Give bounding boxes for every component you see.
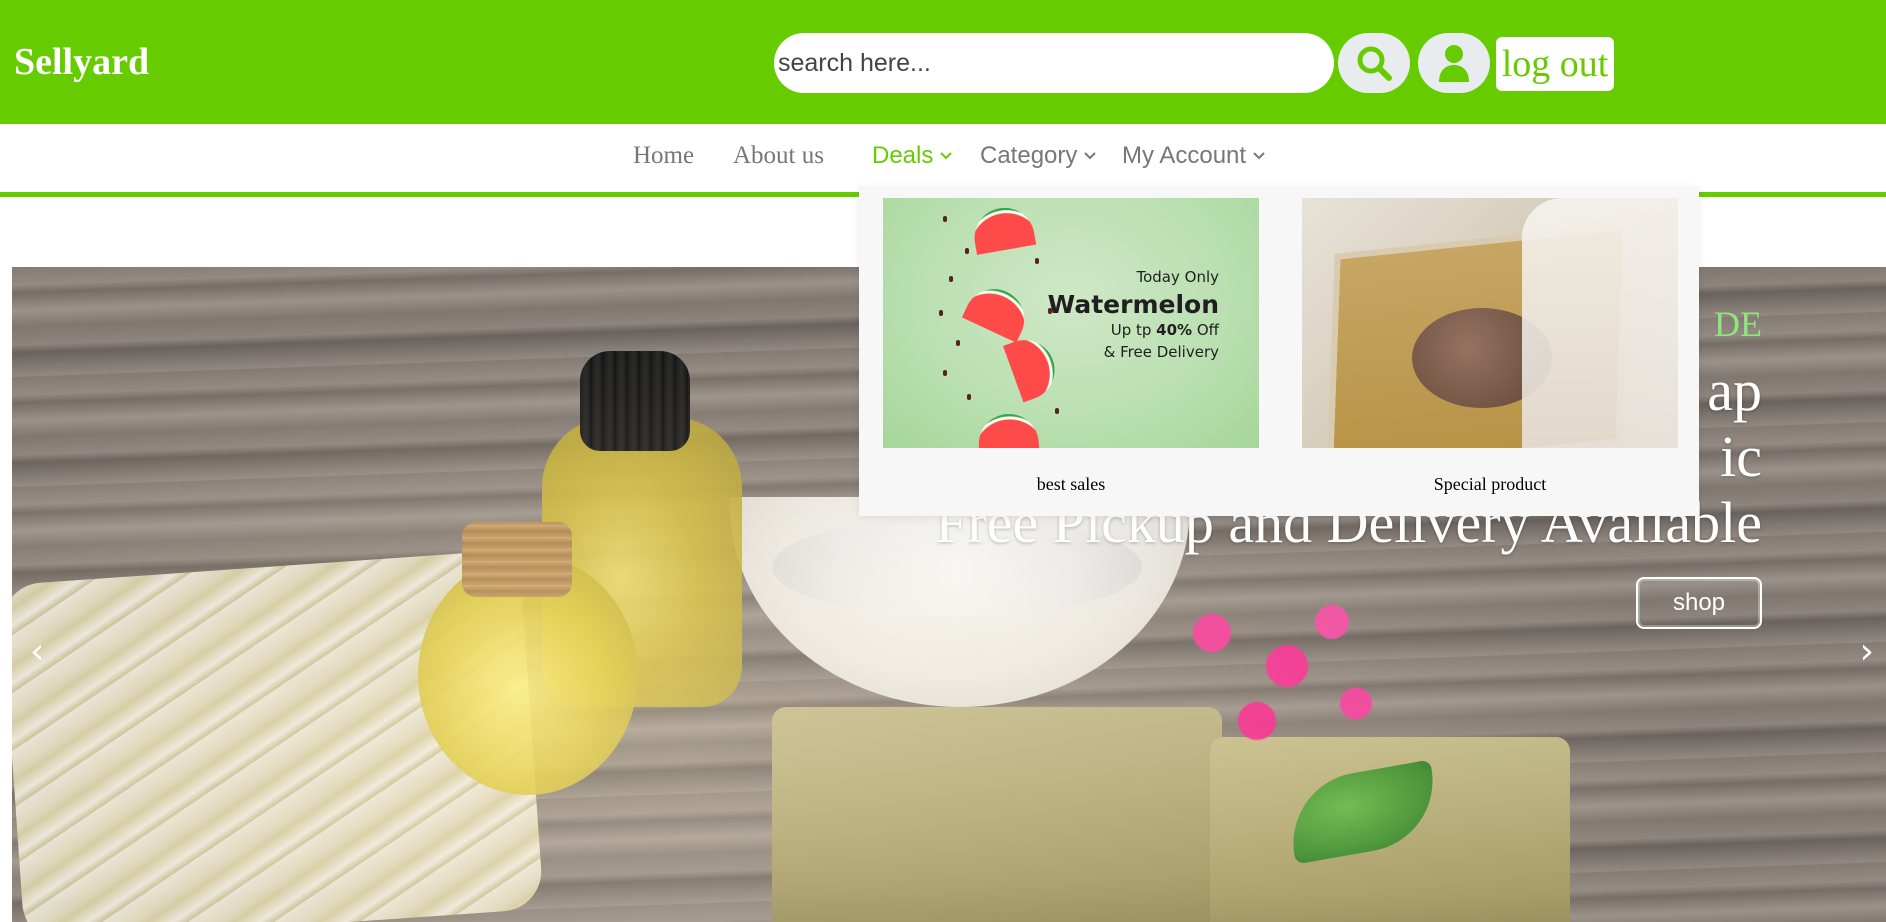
promo-discount: Up tp 40% Off xyxy=(1111,321,1219,339)
nav-deals[interactable]: Deals xyxy=(872,142,953,170)
nav-about-label: About us xyxy=(733,142,824,169)
deal-label-best-sales[interactable]: best sales xyxy=(883,474,1259,495)
top-header: Sellyard log out xyxy=(0,0,1886,124)
nav-my-account[interactable]: My Account xyxy=(1122,142,1266,170)
deals-dropdown: Today Only Watermelon Up tp 40% Off & Fr… xyxy=(859,186,1699,516)
seed-dot xyxy=(943,216,947,222)
seed-dot xyxy=(965,248,969,254)
promo-discount-prefix: Up tp xyxy=(1110,321,1157,339)
hero-heading-line-1: ap xyxy=(1707,358,1762,423)
seed-dot xyxy=(967,394,971,400)
watermelon-slice-icon xyxy=(961,279,1035,343)
user-icon xyxy=(1439,45,1469,82)
search-input[interactable] xyxy=(774,33,1334,93)
nav-about[interactable]: About us xyxy=(733,142,824,170)
chevron-down-icon xyxy=(940,152,953,160)
watermelon-slice-icon xyxy=(976,411,1040,448)
promo-discount-suffix: Off xyxy=(1192,321,1219,339)
special-product-image[interactable] xyxy=(1302,198,1678,448)
seed-dot xyxy=(939,310,943,316)
nav-category[interactable]: Category xyxy=(980,142,1097,170)
shop-button[interactable]: shop xyxy=(1636,577,1762,629)
deal-card-special-product[interactable]: Special product xyxy=(1302,198,1678,494)
nav-deals-label: Deals xyxy=(872,142,934,169)
nav-home[interactable]: Home xyxy=(633,142,694,170)
chevron-down-icon xyxy=(1084,152,1097,160)
seed-dot xyxy=(956,340,960,346)
craft-person-image xyxy=(1522,198,1678,448)
promo-delivery-text: & Free Delivery xyxy=(1103,343,1219,361)
chevron-down-icon xyxy=(1253,152,1265,160)
seed-dot xyxy=(1055,408,1059,414)
nav-category-label: Category xyxy=(980,142,1078,169)
watermelon-slice-icon xyxy=(1003,331,1063,403)
account-button[interactable] xyxy=(1418,33,1490,93)
nav-my-account-label: My Account xyxy=(1122,142,1247,169)
hero-eyebrow: DE xyxy=(1714,304,1762,344)
deal-card-best-sales[interactable]: Today Only Watermelon Up tp 40% Off & Fr… xyxy=(883,198,1259,494)
seed-dot xyxy=(943,370,947,376)
seed-dot xyxy=(949,276,953,282)
hero-heading-line-2: ic xyxy=(1720,424,1762,489)
brand-logo[interactable]: Sellyard xyxy=(14,40,149,84)
seed-dot xyxy=(1035,258,1039,264)
promo-discount-percent: 40% xyxy=(1156,321,1193,339)
watermelon-promo-image[interactable]: Today Only Watermelon Up tp 40% Off & Fr… xyxy=(883,198,1259,448)
carousel-prev-icon[interactable]: ‹ xyxy=(30,631,44,672)
nav-home-label: Home xyxy=(633,142,695,169)
logout-button[interactable]: log out xyxy=(1496,37,1614,91)
search-icon xyxy=(1357,46,1392,81)
deal-label-special-product[interactable]: Special product xyxy=(1302,474,1678,495)
search-button[interactable] xyxy=(1338,33,1410,93)
watermelon-slice-icon xyxy=(969,203,1037,255)
promo-today-text: Today Only xyxy=(1136,268,1219,286)
promo-title: Watermelon xyxy=(1047,290,1219,319)
carousel-next-icon[interactable]: › xyxy=(1860,631,1874,672)
